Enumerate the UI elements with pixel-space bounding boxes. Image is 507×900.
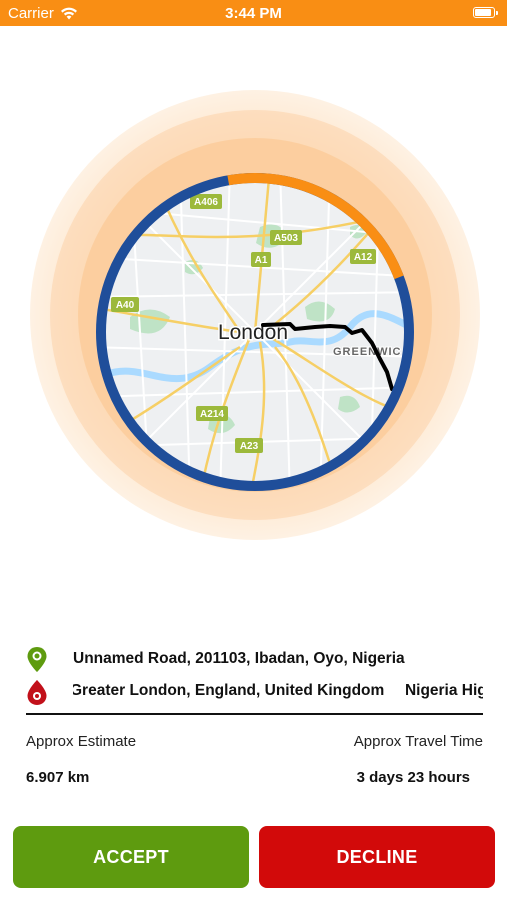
road-label-a503: A503 bbox=[274, 233, 298, 244]
dropoff-pin-icon bbox=[27, 680, 47, 705]
dropoff-address: Greater London, England, United Kingdom bbox=[73, 682, 385, 699]
road-label-a23: A23 bbox=[240, 441, 259, 452]
dropoff-address-extra: Nigeria High C bbox=[404, 682, 483, 699]
road-label-a1: A1 bbox=[255, 255, 268, 266]
decline-button[interactable]: DECLINE bbox=[259, 826, 495, 888]
estimate-label: Approx Estimate bbox=[26, 733, 137, 750]
map-view[interactable]: A406 A503 A1 A12 A40 A214 A23 London GRE… bbox=[90, 167, 420, 497]
divider bbox=[26, 713, 483, 715]
status-bar: Carrier 3:44 PM bbox=[0, 0, 507, 26]
dropoff-row bbox=[25, 678, 49, 706]
road-label-a406: A406 bbox=[194, 197, 218, 208]
road-label-a214: A214 bbox=[200, 409, 224, 420]
pickup-row bbox=[25, 646, 49, 674]
status-time: 3:44 PM bbox=[225, 5, 282, 22]
travel-time-value: 3 days 23 hours bbox=[356, 769, 470, 786]
map-area-label: GREENWIC bbox=[333, 346, 402, 358]
travel-time-label: Approx Travel Time bbox=[353, 733, 483, 750]
battery-icon bbox=[473, 7, 498, 18]
map-tiles: A406 A503 A1 A12 A40 A214 A23 London GRE… bbox=[105, 182, 405, 482]
road-label-a12: A12 bbox=[354, 252, 373, 263]
estimate-value: 6.907 km bbox=[26, 769, 90, 786]
dropoff-address-marquee: Greater London, England, United Kingdom … bbox=[73, 676, 483, 706]
accept-button[interactable]: ACCEPT bbox=[13, 826, 249, 888]
pickup-address: Unnamed Road, 201103, Ibadan, Oyo, Niger… bbox=[73, 650, 405, 667]
pickup-pin-icon bbox=[27, 647, 47, 672]
road-label-a40: A40 bbox=[116, 300, 135, 311]
